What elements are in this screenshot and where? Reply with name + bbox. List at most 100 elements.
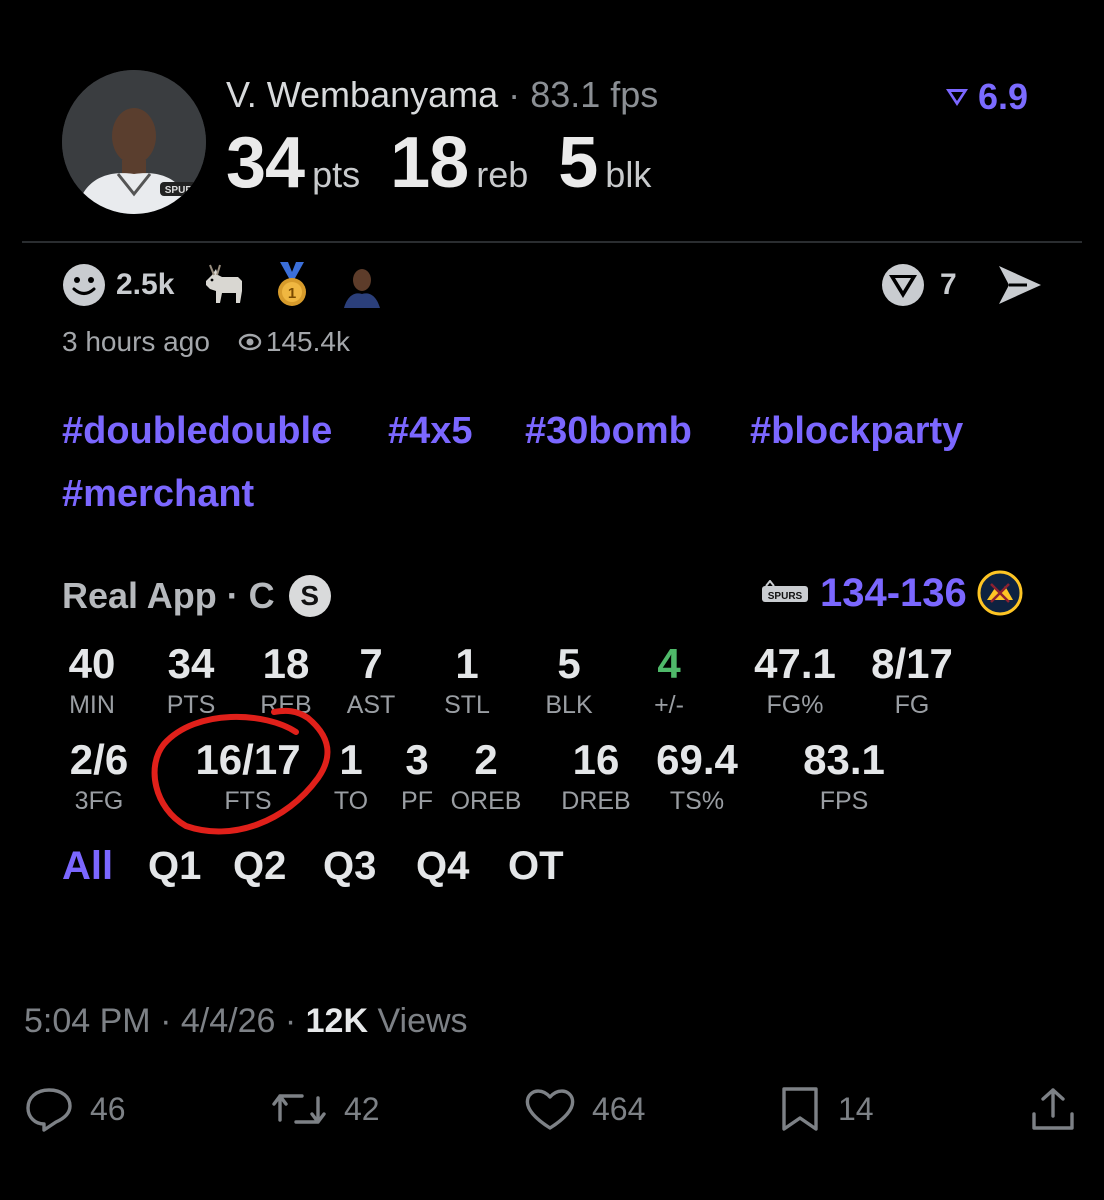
tweet-timestamp[interactable]: 5:04 PM · 4/4/26 · 12K Views: [24, 1002, 468, 1041]
medal-number: 1: [288, 285, 296, 302]
headline-blk-unit: blk: [605, 154, 652, 195]
tweet-sep-1: ·: [160, 1002, 172, 1040]
stat-value: 2: [474, 736, 498, 783]
share-button[interactable]: [1030, 1086, 1076, 1132]
stat-fg: 8/17 FG: [871, 640, 953, 720]
hashtag-merchant[interactable]: #merchant: [62, 473, 254, 516]
fps-label: 83.1 fps: [530, 74, 659, 115]
stat-value: 1: [455, 640, 479, 687]
views-count: 145.4k: [265, 326, 350, 357]
headline-pts: 34: [226, 123, 305, 203]
annotation-circle: [151, 707, 331, 835]
app-label: Real App · C: [62, 575, 275, 616]
player-line: V. Wembanyama · 83.1 fps: [226, 74, 658, 116]
game-score[interactable]: SPURS 134-136: [760, 570, 1023, 616]
shield-icon[interactable]: [880, 262, 926, 308]
stat-value: 4: [657, 640, 681, 687]
headline-reb-unit: reb: [476, 154, 529, 195]
like-button[interactable]: 464: [524, 1086, 645, 1132]
player-avatar[interactable]: SPURS: [62, 70, 206, 214]
reply-icon: [26, 1088, 72, 1132]
stat-value: 47.1: [754, 640, 836, 687]
tab-all[interactable]: All: [62, 844, 113, 889]
send-icon[interactable]: [997, 264, 1043, 306]
reply-button[interactable]: 46: [24, 1086, 126, 1132]
s-badge: S: [288, 575, 331, 617]
stat-ast: 7 AST: [347, 640, 396, 720]
stat-label: FPS: [819, 787, 869, 815]
hashtag-doubledouble[interactable]: #doubledouble: [62, 410, 332, 453]
stat-stl: 1 STL: [444, 640, 490, 720]
post-actions-right: 7: [880, 262, 1043, 308]
stat-value: 7: [359, 640, 383, 687]
spurs-logo-icon: SPURS: [762, 580, 808, 602]
tab-q1[interactable]: Q1: [148, 844, 201, 889]
hashtag-blockparty[interactable]: #blockparty: [750, 410, 963, 453]
tab-q2[interactable]: Q2: [233, 844, 286, 889]
smile-icon[interactable]: [62, 263, 106, 307]
meta-row: 3 hours ago 145.4k: [62, 326, 350, 358]
bookmark-icon: [782, 1087, 818, 1131]
hashtag-4x5[interactable]: #4x5: [388, 410, 473, 453]
stat-value: 83.1: [803, 736, 885, 783]
retweet-button[interactable]: 42: [270, 1086, 380, 1132]
medal-icon[interactable]: 1: [272, 262, 312, 308]
bookmark-count: 14: [838, 1090, 874, 1127]
headline-stats: 34 pts 18 reb 5 blk: [226, 122, 681, 204]
stat-fg: 47.1 FG%: [754, 640, 836, 720]
goat-icon[interactable]: [200, 263, 248, 307]
stat-label: OREB: [450, 787, 522, 815]
hashtag-30bomb[interactable]: #30bomb: [525, 410, 692, 453]
stat-ts: 69.4 TS%: [656, 736, 738, 816]
stat-label: FG: [894, 691, 930, 719]
stat-value: 5: [557, 640, 581, 687]
player-name[interactable]: V. Wembanyama: [226, 74, 498, 115]
tab-q3[interactable]: Q3: [323, 844, 376, 889]
game-score-value: 134-136: [820, 570, 967, 615]
divider: [22, 241, 1082, 243]
stat-dreb: 16 DREB: [561, 736, 630, 816]
stat-label: AST: [346, 691, 396, 719]
tab-ot[interactable]: OT: [508, 844, 564, 889]
tweet-time: 5:04 PM: [24, 1002, 151, 1040]
nuggets-logo-icon: [977, 570, 1023, 616]
verified-v-icon: [946, 89, 968, 106]
headline-blk: 5: [558, 123, 598, 203]
time-ago: 3 hours ago: [62, 326, 210, 357]
player-photo-icon: SPURS: [62, 70, 206, 214]
headline-reb: 18: [390, 123, 469, 203]
stat-label: MIN: [69, 691, 115, 719]
stat-value: 40: [68, 640, 116, 687]
player-avatar-icon[interactable]: [340, 262, 384, 308]
stat-value: 34: [167, 640, 215, 687]
stat-value: 69.4: [656, 736, 738, 783]
stat-oreb: 2 OREB: [451, 736, 522, 816]
tweet-sep-2: ·: [284, 1002, 297, 1040]
stat-label: DREB: [561, 787, 631, 815]
avatar-team-text: SPURS: [165, 185, 200, 196]
views-group: 145.4k: [238, 326, 350, 358]
stat-value: 16: [572, 736, 620, 783]
tab-q4[interactable]: Q4: [416, 844, 469, 889]
rating-badge[interactable]: 6.9: [944, 76, 1028, 118]
stat-value: 2/6: [69, 736, 129, 783]
stat-value: 8/17: [871, 640, 953, 687]
stat-value: 18: [262, 640, 310, 687]
stat-label: STL: [444, 691, 490, 719]
headline-pts-unit: pts: [312, 154, 361, 195]
tweet-views-word: Views: [377, 1002, 468, 1040]
retweet-count: 42: [344, 1090, 380, 1127]
eye-icon: [238, 333, 262, 351]
stat-blk: 5 BLK: [545, 640, 592, 720]
retweet-icon: [272, 1094, 326, 1124]
stat-label: +/-: [654, 691, 684, 719]
reply-count: 46: [90, 1090, 126, 1127]
stat-value: 3: [405, 736, 429, 783]
stat-label: PF: [401, 787, 433, 815]
like-icon: [525, 1089, 575, 1130]
bookmark-button[interactable]: 14: [778, 1086, 874, 1132]
stat-label: FG%: [766, 691, 824, 719]
shield-count: 7: [940, 268, 957, 301]
share-icon: [1032, 1088, 1074, 1130]
like-count: 464: [592, 1090, 646, 1127]
